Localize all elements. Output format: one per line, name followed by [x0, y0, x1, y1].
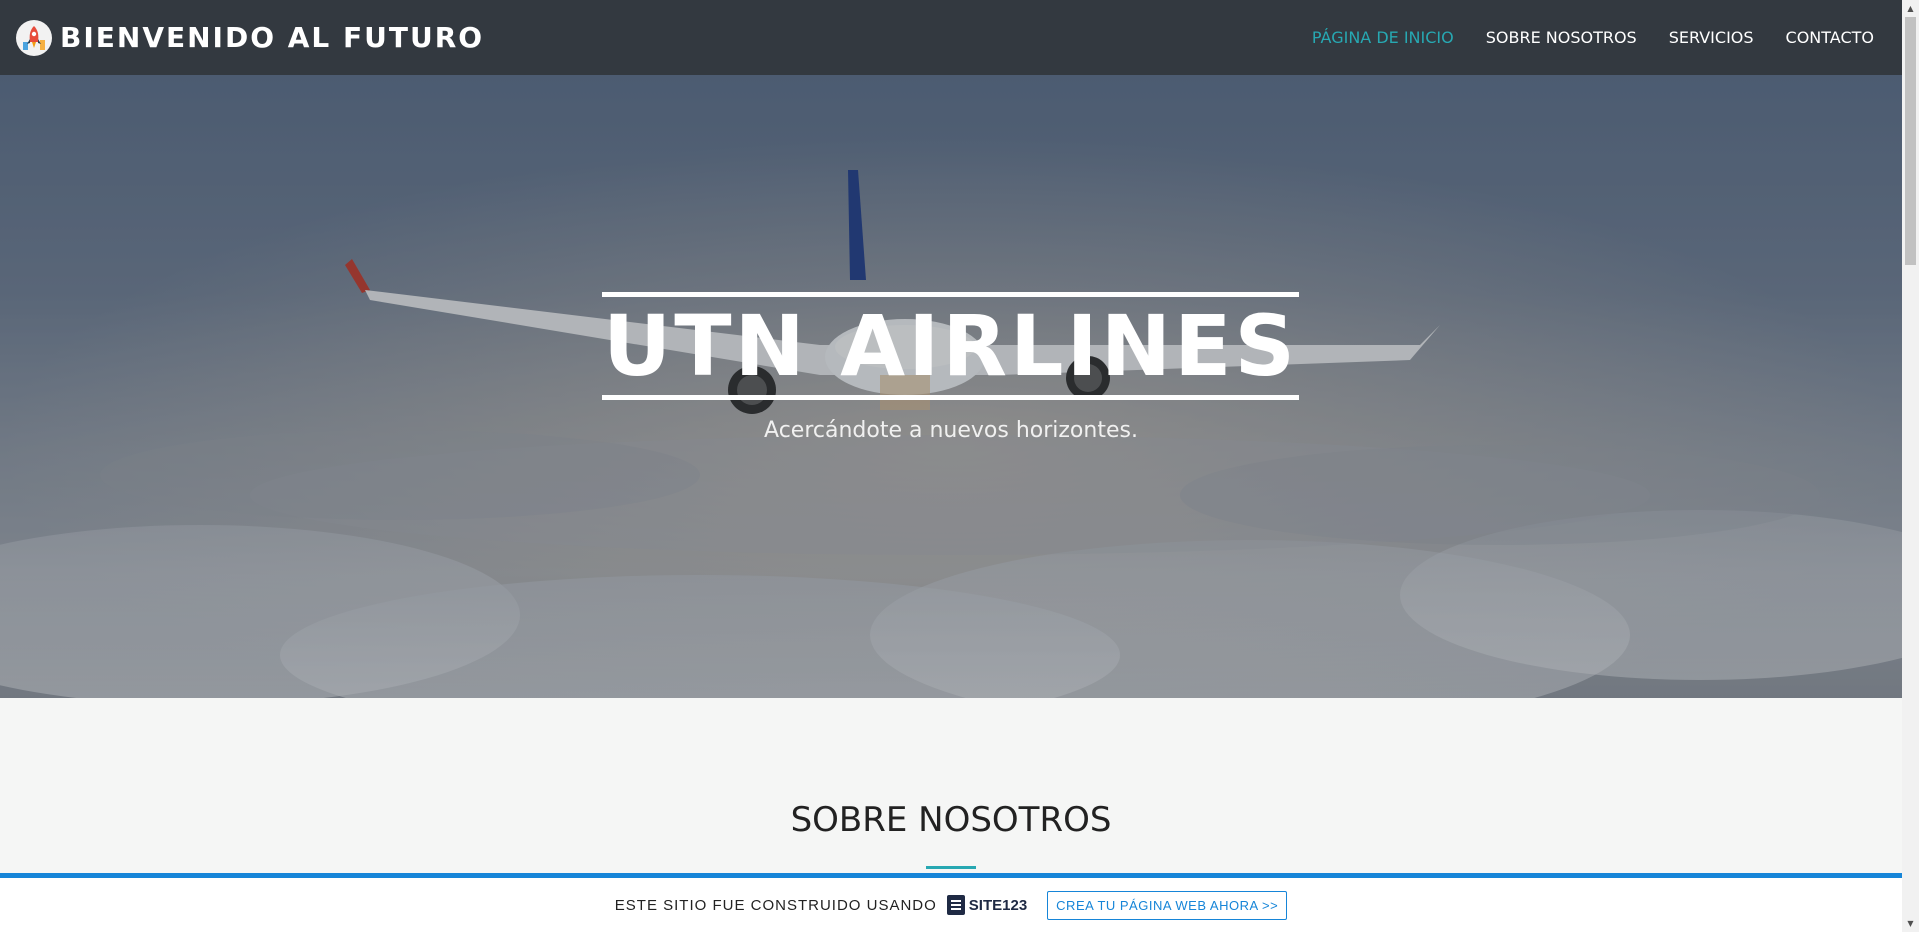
- promo-text: ESTE SITIO FUE CONSTRUIDO USANDO: [614, 896, 937, 914]
- site-header: BIENVENIDO AL FUTURO PÁGINA DE INICIO SO…: [0, 0, 1902, 75]
- hero-title: UTN AIRLINES: [603, 297, 1298, 395]
- nav-item-sobre-nosotros[interactable]: SOBRE NOSOTROS: [1486, 28, 1637, 47]
- about-heading: SOBRE NOSOTROS: [790, 800, 1112, 840]
- site123-logo-icon: [946, 895, 965, 915]
- brand-link[interactable]: BIENVENIDO AL FUTURO: [16, 19, 485, 56]
- site123-logo[interactable]: SITE123: [946, 895, 1028, 915]
- hero-section: UTN AIRLINES Acercándote a nuevos horizo…: [0, 75, 1902, 698]
- site123-logo-text: SITE123: [968, 896, 1028, 914]
- hero-subtitle: Acercándote a nuevos horizontes.: [764, 418, 1138, 443]
- scroll-up-arrow-icon[interactable]: ▲: [1902, 0, 1919, 17]
- nav-item-inicio[interactable]: PÁGINA DE INICIO: [1312, 28, 1454, 47]
- site123-promo-bar: ESTE SITIO FUE CONSTRUIDO USANDO SITE123…: [0, 873, 1902, 932]
- hero-title-frame: UTN AIRLINES: [602, 292, 1299, 400]
- scroll-thumb[interactable]: [1905, 17, 1916, 265]
- brand-title: BIENVENIDO AL FUTURO: [60, 21, 485, 54]
- nav-item-contacto[interactable]: CONTACTO: [1786, 28, 1874, 47]
- page-scrollbar[interactable]: ▲ ▼: [1902, 0, 1919, 932]
- about-divider: [926, 866, 976, 869]
- create-website-button[interactable]: CREA TU PÁGINA WEB AHORA >>: [1047, 890, 1288, 920]
- nav-item-servicios[interactable]: SERVICIOS: [1669, 28, 1754, 47]
- scroll-down-arrow-icon[interactable]: ▼: [1902, 915, 1919, 932]
- main-nav: PÁGINA DE INICIO SOBRE NOSOTROS SERVICIO…: [1280, 28, 1874, 47]
- rocket-logo-icon: [16, 19, 52, 56]
